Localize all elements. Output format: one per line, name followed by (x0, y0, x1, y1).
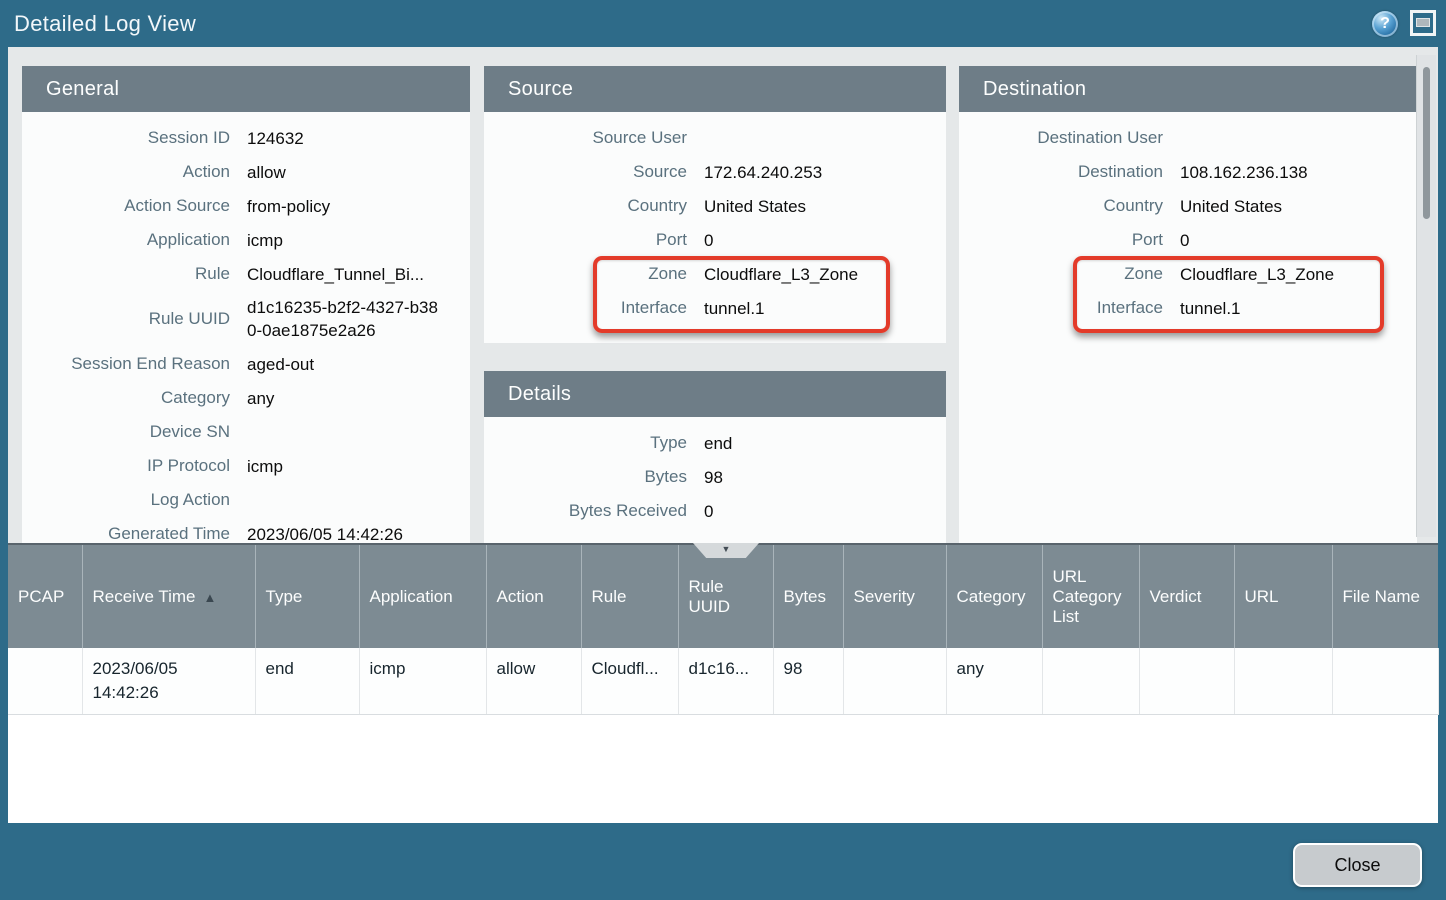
column-header-severity[interactable]: Severity (843, 545, 946, 648)
field-source-country: Country United States (484, 189, 946, 223)
help-icon[interactable]: ? (1372, 11, 1398, 37)
column-header-url-category-list[interactable]: URL Category List (1042, 545, 1139, 648)
table-header-row: PCAP Receive Time▲ Type Application Acti… (8, 545, 1438, 648)
cell-action: allow (486, 648, 581, 715)
field-category: Category any (22, 381, 470, 415)
field-log-action: Log Action (22, 483, 470, 517)
column-header-url[interactable]: URL (1234, 545, 1332, 648)
log-table: PCAP Receive Time▲ Type Application Acti… (8, 545, 1439, 715)
field-source-zone: Zone Cloudflare_L3_Zone (484, 257, 946, 291)
cell-verdict (1139, 648, 1234, 715)
field-destination: Destination 108.162.236.138 (959, 155, 1417, 189)
panels-vertical-scrollbar[interactable] (1416, 55, 1436, 537)
column-header-file-name[interactable]: File Name (1332, 545, 1438, 648)
detailed-log-view-dialog: { "window": { "title": "Detailed Log Vie… (0, 0, 1446, 900)
chevron-down-icon: ▼ (722, 544, 731, 554)
close-button[interactable]: Close (1293, 843, 1422, 887)
restore-window-icon-glyph (1416, 18, 1430, 27)
details-panel-body: Type end Bytes 98 Bytes Received 0 (484, 417, 946, 528)
cell-bytes: 98 (773, 648, 843, 715)
field-destination-country: Country United States (959, 189, 1417, 223)
column-header-verdict[interactable]: Verdict (1139, 545, 1234, 648)
field-source: Source 172.64.240.253 (484, 155, 946, 189)
general-panel-body: Session ID 124632 Action allow Action So… (22, 112, 470, 543)
field-bytes: Bytes 98 (484, 460, 946, 494)
field-source-user: Source User (484, 121, 946, 155)
cell-severity (843, 648, 946, 715)
cell-type: end (255, 648, 359, 715)
source-panel: Source Source User Source 172.64.240.253… (484, 66, 946, 343)
field-device-sn: Device SN (22, 415, 470, 449)
cell-url-category-list (1042, 648, 1139, 715)
field-destination-port: Port 0 (959, 223, 1417, 257)
log-detail-panels-section: General Session ID 124632 Action allow A… (8, 47, 1438, 543)
destination-panel-title: Destination (959, 66, 1417, 112)
destination-panel-body: Destination User Destination 108.162.236… (959, 112, 1417, 325)
log-table-section: ▼ PCAP Receive Time▲ Type Application Ac… (8, 543, 1438, 823)
column-header-pcap[interactable]: PCAP (8, 545, 82, 648)
field-rule: Rule Cloudflare_Tunnel_Bi... (22, 257, 470, 291)
dialog-title: Detailed Log View (14, 11, 196, 37)
dialog-titlebar: Detailed Log View ? (0, 0, 1446, 47)
panels-vertical-scrollbar-thumb[interactable] (1423, 67, 1430, 219)
field-ip-protocol: IP Protocol icmp (22, 449, 470, 483)
destination-panel: Destination Destination User Destination… (959, 66, 1417, 543)
general-panel-title: General (22, 66, 470, 112)
column-header-bytes[interactable]: Bytes (773, 545, 843, 648)
details-panel-title: Details (484, 371, 946, 417)
field-destination-user: Destination User (959, 121, 1417, 155)
field-rule-uuid: Rule UUID d1c16235-b2f2-4327-b380-0ae187… (22, 291, 470, 347)
sort-ascending-icon: ▲ (203, 590, 216, 605)
column-header-type[interactable]: Type (255, 545, 359, 648)
column-header-application[interactable]: Application (359, 545, 486, 648)
cell-application: icmp (359, 648, 486, 715)
field-bytes-received: Bytes Received 0 (484, 494, 946, 528)
table-row[interactable]: 2023/06/05 14:42:26 end icmp allow Cloud… (8, 648, 1438, 715)
field-type: Type end (484, 426, 946, 460)
field-session-end-reason: Session End Reason aged-out (22, 347, 470, 381)
cell-category: any (946, 648, 1042, 715)
field-source-interface: Interface tunnel.1 (484, 291, 946, 325)
cell-rule: Cloudfl... (581, 648, 678, 715)
field-session-id: Session ID 124632 (22, 121, 470, 155)
field-source-port: Port 0 (484, 223, 946, 257)
details-panel: Details Type end Bytes 98 Bytes Received… (484, 371, 946, 543)
field-action: Action allow (22, 155, 470, 189)
column-header-receive-time[interactable]: Receive Time▲ (82, 545, 255, 648)
field-application: Application icmp (22, 223, 470, 257)
cell-file-name (1332, 648, 1438, 715)
field-generated-time: Generated Time 2023/06/05 14:42:26 (22, 517, 470, 543)
cell-rule-uuid: d1c16... (678, 648, 773, 715)
cell-url (1234, 648, 1332, 715)
column-header-rule-uuid[interactable]: Rule UUID (678, 545, 773, 648)
field-destination-zone: Zone Cloudflare_L3_Zone (959, 257, 1417, 291)
column-header-category[interactable]: Category (946, 545, 1042, 648)
restore-window-icon[interactable] (1410, 10, 1436, 36)
column-header-action[interactable]: Action (486, 545, 581, 648)
cell-receive-time: 2023/06/05 14:42:26 (82, 648, 255, 715)
general-panel: General Session ID 124632 Action allow A… (22, 66, 470, 543)
cell-pcap (8, 648, 82, 715)
field-action-source: Action Source from-policy (22, 189, 470, 223)
source-panel-body: Source User Source 172.64.240.253 Countr… (484, 112, 946, 325)
source-panel-title: Source (484, 66, 946, 112)
field-destination-interface: Interface tunnel.1 (959, 291, 1417, 325)
column-header-rule[interactable]: Rule (581, 545, 678, 648)
